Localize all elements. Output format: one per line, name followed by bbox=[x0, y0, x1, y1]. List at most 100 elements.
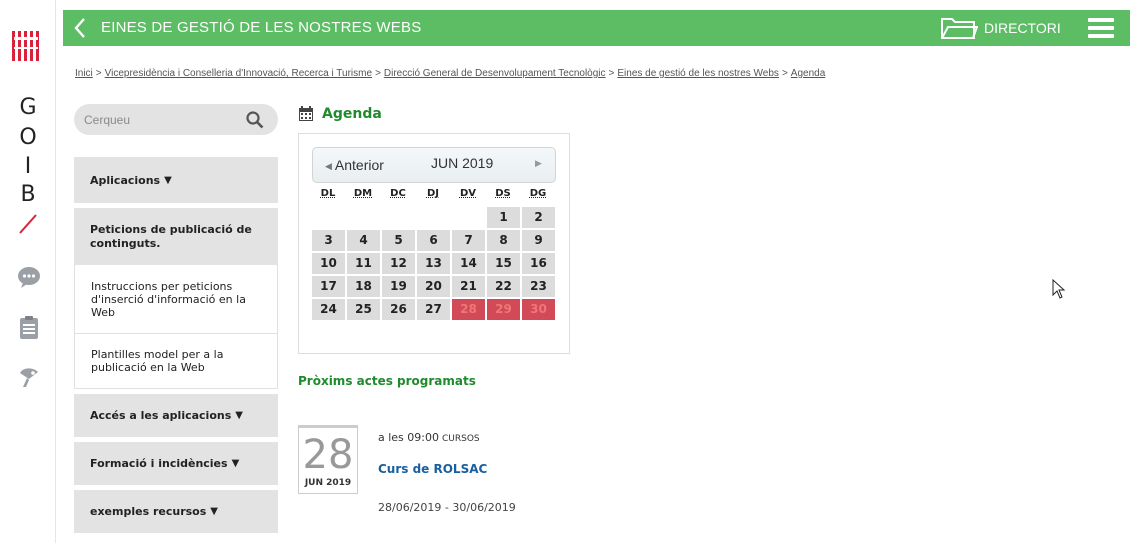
calendar-day[interactable]: 8 bbox=[487, 230, 520, 251]
event-day: 28 bbox=[302, 432, 354, 478]
site-title[interactable]: EINES DE GESTIÓ DE LES NOSTRES WEBS bbox=[101, 19, 421, 36]
menu-item-aplicacions[interactable]: Aplicacions ▼ bbox=[74, 157, 278, 203]
search-icon[interactable] bbox=[246, 111, 264, 129]
calendar-day[interactable]: 4 bbox=[347, 230, 380, 251]
menu-item-acces[interactable]: Accés a les aplicacions ▼ bbox=[74, 394, 278, 437]
calendar-day[interactable]: 14 bbox=[452, 253, 485, 274]
caret-down-icon: ▼ bbox=[235, 410, 243, 421]
hamburger-menu-icon[interactable] bbox=[1088, 18, 1114, 38]
back-chevron-icon[interactable] bbox=[73, 17, 87, 39]
calendar-day[interactable]: 12 bbox=[382, 253, 415, 274]
calendar-day[interactable]: 9 bbox=[522, 230, 555, 251]
satellite-dish-icon[interactable] bbox=[17, 364, 41, 388]
weekday-header: DG bbox=[529, 188, 547, 199]
calendar-day[interactable]: 11 bbox=[347, 253, 380, 274]
menu-item-label: Aplicacions bbox=[90, 173, 161, 187]
calendar-day[interactable]: 16 bbox=[522, 253, 555, 274]
breadcrumb-home[interactable]: Inici bbox=[75, 68, 93, 79]
submenu-item-label: Instruccions per peticions d'inserció d'… bbox=[91, 279, 246, 319]
side-menu: Aplicacions ▼ Peticions de publicació de … bbox=[74, 157, 278, 538]
folder-icon bbox=[941, 18, 978, 39]
calendar-day[interactable]: 3 bbox=[312, 230, 345, 251]
agenda-heading: Agenda bbox=[298, 106, 382, 122]
calendar-day[interactable]: 17 bbox=[312, 276, 345, 297]
mouse-pointer-icon bbox=[1052, 279, 1066, 299]
weekday-header: DJ bbox=[426, 188, 440, 199]
menu-item-label: Peticions de publicació de continguts. bbox=[90, 222, 252, 250]
event-time-text: a les 09:00 bbox=[378, 431, 439, 444]
caret-down-icon: ▼ bbox=[210, 506, 218, 517]
search-box bbox=[74, 104, 278, 135]
calendar-day[interactable]: 18 bbox=[347, 276, 380, 297]
calendar-day[interactable]: 6 bbox=[417, 230, 450, 251]
weekday-header: DS bbox=[495, 188, 511, 199]
calendar-day-event[interactable]: 30 bbox=[522, 299, 555, 320]
calendar: ◀ Anterior JUN 2019 ▶ DL DM DC DJ DV DS DG 1 2 3 4 5… bbox=[298, 133, 570, 354]
calendar-day[interactable]: 22 bbox=[487, 276, 520, 297]
calendar-day[interactable]: 24 bbox=[312, 299, 345, 320]
calendar-day[interactable]: 15 bbox=[487, 253, 520, 274]
calendar-day[interactable]: 13 bbox=[417, 253, 450, 274]
submenu-item-plantilles[interactable]: Plantilles model per a la publicació en … bbox=[74, 334, 278, 389]
calendar-next-button[interactable]: ▶ bbox=[535, 159, 542, 169]
calendar-prev-label: Anterior bbox=[334, 157, 384, 173]
directory-button[interactable]: DIRECTORI bbox=[940, 14, 1061, 42]
caret-down-icon: ▼ bbox=[231, 458, 240, 469]
calendar-day[interactable]: 23 bbox=[522, 276, 555, 297]
weekday-header: DV bbox=[459, 188, 477, 199]
calendar-day[interactable]: 10 bbox=[312, 253, 345, 274]
search-input[interactable] bbox=[84, 111, 234, 129]
breadcrumb-direccio-general[interactable]: Direcció General de Desenvolupament Tecn… bbox=[384, 68, 606, 79]
calendar-nav: ◀ Anterior JUN 2019 ▶ bbox=[312, 147, 556, 183]
breadcrumb: Inici > Vicepresidència i Conselleria d'In… bbox=[75, 68, 826, 79]
calendar-day[interactable]: 21 bbox=[452, 276, 485, 297]
calendar-day[interactable]: 26 bbox=[382, 299, 415, 320]
directory-label: DIRECTORI bbox=[984, 20, 1061, 36]
calendar-day[interactable]: 2 bbox=[522, 207, 555, 228]
event-date-badge: 28 JUN 2019 bbox=[298, 425, 358, 494]
menu-item-label: Formació i incidències bbox=[90, 457, 228, 470]
clipboard-icon[interactable] bbox=[17, 315, 41, 339]
agenda-title: Agenda bbox=[322, 106, 382, 122]
calendar-day-event[interactable]: 28 bbox=[452, 299, 485, 320]
calendar-day[interactable]: 1 bbox=[487, 207, 520, 228]
breadcrumb-vicepresidencia[interactable]: Vicepresidència i Conselleria d'Innovaci… bbox=[105, 68, 372, 79]
calendar-day[interactable]: 7 bbox=[452, 230, 485, 251]
event-month-year: JUN 2019 bbox=[304, 478, 352, 488]
brand-rail: G O I B bbox=[0, 0, 56, 543]
top-bar: EINES DE GESTIÓ DE LES NOSTRES WEBS DIRE… bbox=[63, 10, 1130, 46]
calendar-day[interactable]: 27 bbox=[417, 299, 450, 320]
goib-logo-icon[interactable] bbox=[11, 29, 45, 63]
calendar-day[interactable]: 20 bbox=[417, 276, 450, 297]
brand-letter-o: O bbox=[19, 125, 37, 150]
breadcrumb-eines-gestio[interactable]: Eines de gestió de les nostres Webs bbox=[617, 68, 779, 79]
event-category: CURSOS bbox=[442, 434, 480, 444]
chat-icon[interactable] bbox=[17, 265, 41, 289]
calendar-month-label: JUN 2019 bbox=[431, 155, 494, 171]
calendar-day[interactable]: 25 bbox=[347, 299, 380, 320]
weekday-header: DC bbox=[390, 188, 406, 199]
brand-letter-g: G bbox=[19, 95, 37, 120]
calendar-day[interactable]: 5 bbox=[382, 230, 415, 251]
breadcrumb-agenda[interactable]: Agenda bbox=[791, 68, 825, 79]
menu-item-exemples[interactable]: exemples recursos ▼ bbox=[74, 490, 278, 533]
upcoming-events-title: Pròxims actes programats bbox=[298, 374, 476, 388]
event-time: a les 09:00 CURSOS bbox=[378, 431, 480, 444]
menu-item-label: Accés a les aplicacions bbox=[90, 409, 232, 422]
event-title-link[interactable]: Curs de ROLSAC bbox=[378, 462, 487, 476]
brand-letter-b: B bbox=[20, 182, 36, 207]
brand-slash-icon bbox=[19, 214, 37, 234]
calendar-icon bbox=[299, 106, 313, 121]
weekday-header: DL bbox=[320, 188, 336, 199]
submenu-item-instruccions[interactable]: Instruccions per peticions d'inserció d'… bbox=[74, 265, 278, 334]
brand-letter-i: I bbox=[24, 154, 32, 179]
weekday-header: DM bbox=[353, 188, 373, 199]
calendar-prev-button[interactable]: ◀ Anterior bbox=[325, 157, 384, 173]
calendar-day[interactable]: 19 bbox=[382, 276, 415, 297]
menu-item-label: exemples recursos bbox=[90, 505, 207, 518]
menu-item-formacio[interactable]: Formació i incidències ▼ bbox=[74, 442, 278, 485]
calendar-day-event[interactable]: 29 bbox=[487, 299, 520, 320]
prev-arrow-icon: ◀ bbox=[325, 161, 332, 171]
menu-item-peticions[interactable]: Peticions de publicació de continguts. bbox=[74, 208, 278, 265]
submenu-item-label: Plantilles model per a la publicació en … bbox=[91, 348, 224, 374]
